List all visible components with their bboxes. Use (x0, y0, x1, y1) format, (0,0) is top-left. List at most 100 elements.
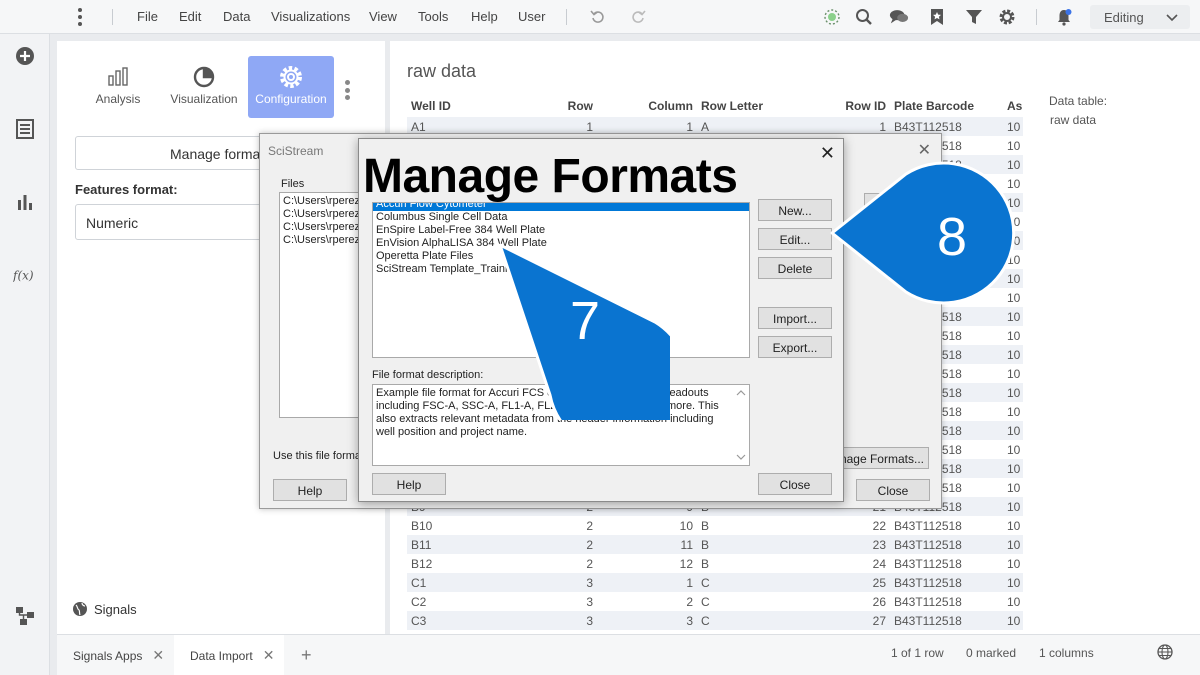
files-label: Files (281, 178, 305, 190)
page-tab-bar: Signals Apps ✕ Data Import ✕ + 1 of 1 ro… (57, 634, 1200, 675)
table-cell: 10 (1007, 404, 1021, 419)
table-cell: 10 (1003, 421, 1023, 440)
table-row[interactable]: B12 2 12 B 24 B43T112518 10 (407, 554, 1023, 573)
add-icon[interactable] (13, 44, 37, 68)
comments-icon[interactable] (889, 7, 909, 27)
table-cell: 10 (1007, 480, 1021, 495)
help-button[interactable]: Help (372, 473, 446, 495)
recommendations-icon[interactable] (822, 7, 842, 27)
globe-icon (73, 602, 87, 616)
table-cell: C (701, 594, 710, 609)
signals-label: Signals (94, 601, 137, 617)
close-button[interactable]: Close (856, 479, 930, 501)
table-cell: 3 (517, 611, 597, 630)
list-item[interactable]: EnSpire Label-Free 384 Well Plate (373, 224, 749, 237)
list-item[interactable]: Columbus Single Cell Data (373, 211, 749, 224)
menu-help[interactable]: Help (471, 9, 498, 24)
help-button[interactable]: Help (273, 479, 347, 501)
gear-icon[interactable] (997, 7, 1017, 27)
pages-icon[interactable] (13, 117, 37, 141)
description-label: File format description: (372, 369, 484, 381)
filter-icon[interactable] (964, 7, 984, 27)
column-header[interactable]: Row ID (772, 95, 890, 117)
menu-user[interactable]: User (518, 9, 545, 24)
page-tab-data-import[interactable]: Data Import ✕ (174, 635, 284, 675)
close-icon[interactable]: ✕ (263, 647, 275, 664)
table-cell: B43T112518 (890, 611, 1003, 630)
list-item[interactable]: Accuri Flow Cytometer (373, 203, 749, 211)
menu-tools[interactable]: Tools (418, 9, 448, 24)
table-cell: C (697, 573, 772, 592)
import-format-button[interactable]: Import... (758, 307, 832, 329)
column-header[interactable]: Column (597, 95, 697, 117)
menu-divider (112, 9, 113, 25)
function-icon[interactable]: f(x) (13, 263, 37, 287)
table-cell: B43T112518 (890, 535, 1003, 554)
redo-icon[interactable] (628, 7, 648, 27)
tab-analysis[interactable]: Analysis (75, 56, 161, 118)
bar-chart-icon[interactable] (13, 190, 37, 214)
tab-configuration[interactable]: Configuration (248, 56, 334, 118)
table-cell: C (697, 611, 772, 630)
column-header[interactable]: Plate Barcode (890, 95, 1003, 117)
list-item[interactable]: C:\Users\rperez (283, 221, 360, 234)
table-row[interactable]: C3 3 3 C 27 B43T112518 10 (407, 611, 1023, 630)
table-row[interactable]: B10 2 10 B 22 B43T112518 10 (407, 516, 1023, 535)
table-cell: 10 (1007, 594, 1021, 609)
globe-icon[interactable] (1157, 644, 1173, 663)
main-menu-icon[interactable] (76, 8, 84, 26)
table-cell: B (701, 518, 710, 533)
table-cell: B (701, 556, 710, 571)
table-cell: 10 (679, 518, 693, 533)
gear-icon (248, 62, 334, 92)
data-canvas-icon[interactable] (13, 604, 37, 628)
table-row[interactable]: C1 3 1 C 25 B43T112518 10 (407, 573, 1023, 592)
signals-link[interactable]: Signals (72, 601, 137, 617)
menu-view[interactable]: View (369, 9, 397, 24)
list-item[interactable]: C:\Users\rperez (283, 208, 360, 221)
table-cell: 10 (1007, 138, 1021, 153)
close-icon[interactable]: ✕ (152, 647, 164, 664)
features-format-label: Features format: (75, 182, 178, 197)
column-header[interactable]: Row (517, 95, 597, 117)
menu-file[interactable]: File (137, 9, 158, 24)
tab-visualization[interactable]: Visualization (161, 56, 247, 118)
column-header[interactable]: Row Letter (697, 95, 772, 117)
column-header[interactable]: Well ID (407, 95, 517, 117)
close-icon[interactable]: ✕ (918, 140, 931, 160)
pie-chart-icon (161, 62, 247, 92)
use-format-label: Use this file format (273, 450, 365, 462)
scrollbar[interactable] (734, 386, 748, 464)
add-page-icon[interactable]: + (301, 635, 312, 675)
column-header[interactable]: As (1003, 95, 1023, 117)
menu-data[interactable]: Data (223, 9, 250, 24)
menu-visualizations[interactable]: Visualizations (271, 9, 350, 24)
status-rows: 1 of 1 row (891, 646, 944, 660)
export-format-button[interactable]: Export... (758, 336, 832, 358)
menu-edit[interactable]: Edit (179, 9, 201, 24)
table-cell: B10 (411, 518, 433, 533)
delete-format-button[interactable]: Delete (758, 257, 832, 279)
table-row[interactable]: C2 3 2 C 26 B43T112518 10 (407, 592, 1023, 611)
page-tab-signals-apps[interactable]: Signals Apps ✕ (57, 635, 174, 675)
table-cell: 2 (586, 556, 593, 571)
more-options-icon[interactable] (344, 80, 350, 100)
table-cell: 10 (1003, 345, 1023, 364)
undo-icon[interactable] (588, 7, 608, 27)
bookmark-icon[interactable] (927, 7, 947, 27)
table-cell: 26 (872, 594, 886, 609)
search-icon[interactable] (854, 7, 874, 27)
new-format-button[interactable]: New... (758, 199, 832, 221)
mode-select[interactable]: Editing (1090, 5, 1190, 29)
menu-divider (566, 9, 567, 25)
notifications-icon[interactable] (1054, 7, 1074, 27)
list-item[interactable]: C:\Users\rperez (283, 234, 360, 247)
mode-select-value: Editing (1104, 10, 1144, 25)
list-item[interactable]: C:\Users\rperez (283, 195, 360, 208)
status-columns: 1 columns (1039, 646, 1094, 660)
close-button[interactable]: Close (758, 473, 832, 495)
table-cell: 3 (586, 594, 593, 609)
files-list[interactable]: C:\Users\rperez C:\Users\rperez C:\Users… (279, 192, 361, 418)
table-row[interactable]: B11 2 11 B 23 B43T112518 10 (407, 535, 1023, 554)
edit-format-button[interactable]: Edit... (758, 228, 832, 250)
